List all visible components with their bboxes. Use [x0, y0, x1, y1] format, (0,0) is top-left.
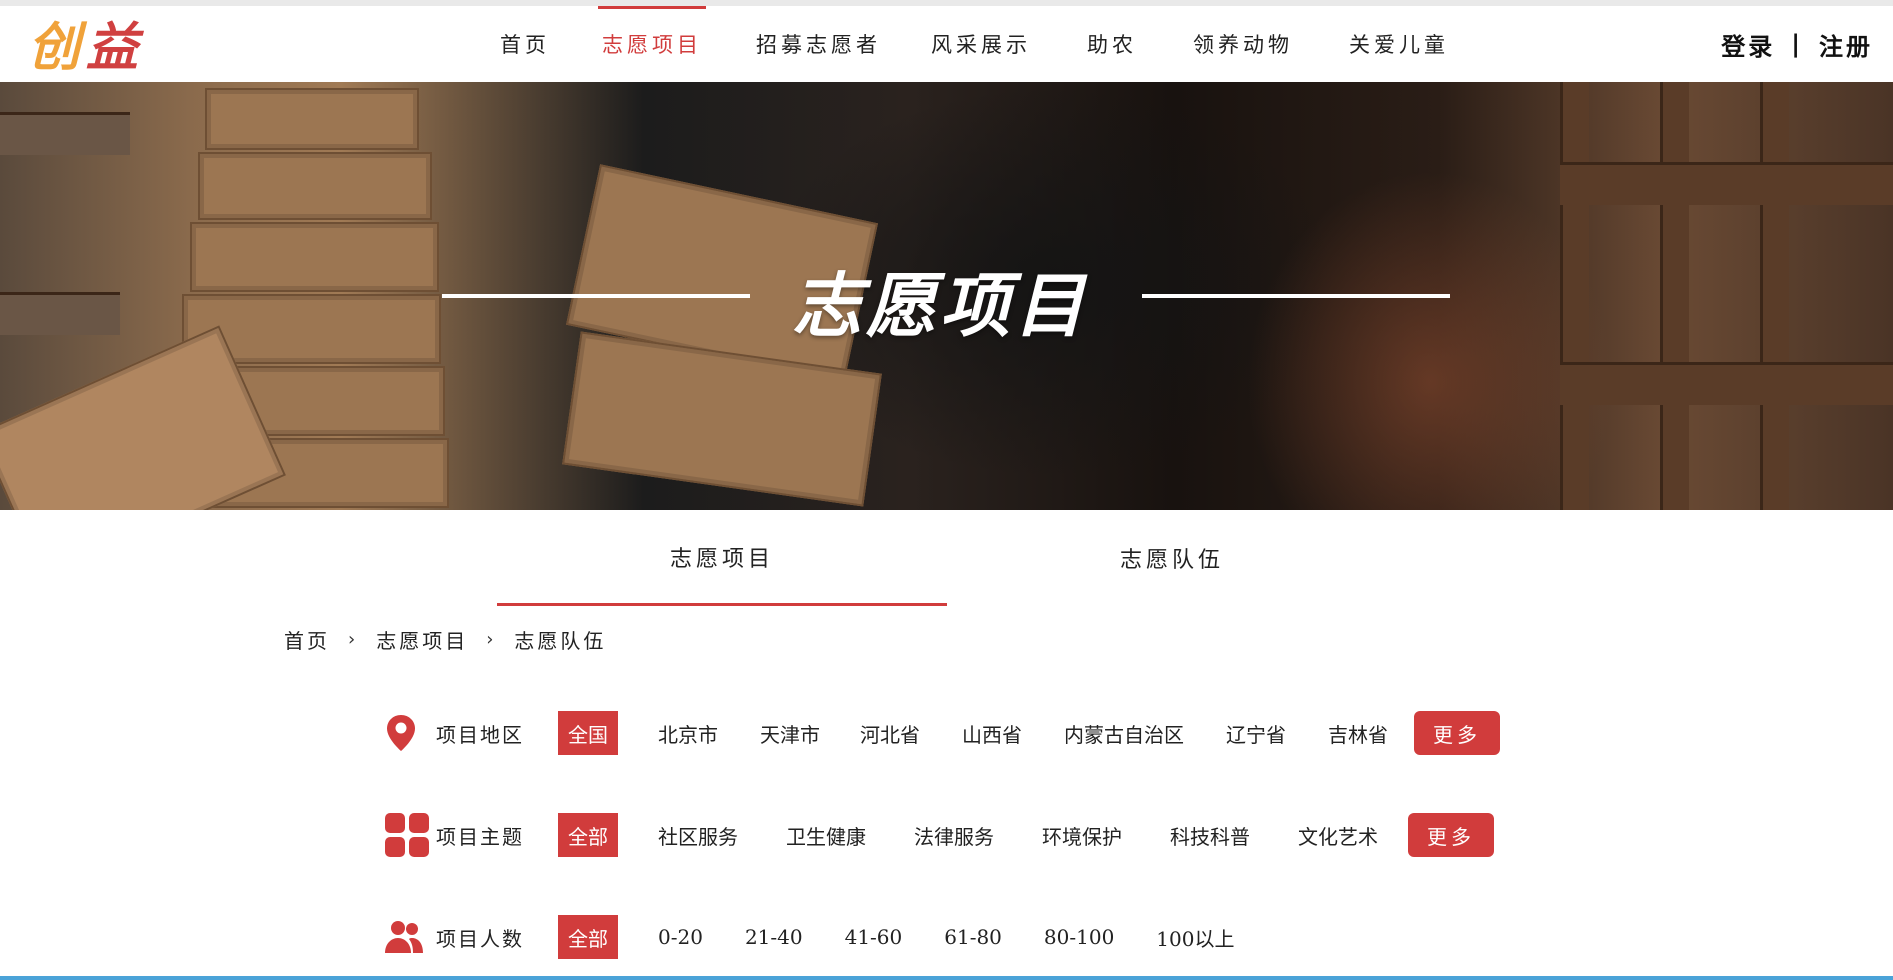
filter-option-selected[interactable]: 全部 — [558, 813, 618, 857]
hero-banner: 志愿项目 — [0, 82, 1893, 510]
filter-option[interactable]: 0-20 — [658, 915, 703, 959]
breadcrumb: 首页 › 志愿项目 › 志愿队伍 — [284, 624, 606, 654]
filter-option[interactable]: 北京市 — [658, 711, 718, 755]
banner-crate — [198, 152, 432, 220]
banner-fence-rail — [1560, 162, 1893, 205]
filter-option-selected[interactable]: 全部 — [558, 915, 618, 959]
logo-char-1: 创 — [28, 17, 87, 78]
nav-label: 助农 — [1087, 33, 1137, 57]
filter-option[interactable]: 80-100 — [1044, 915, 1114, 959]
nav-item-adopt-animals[interactable]: 领养动物 — [1193, 6, 1293, 82]
filter-label: 项目人数 — [436, 926, 524, 951]
banner-crate — [205, 88, 419, 150]
nav-label: 关爱儿童 — [1349, 33, 1449, 57]
chevron-right-icon: › — [348, 628, 359, 650]
nav-item-volunteer-projects[interactable]: 志愿项目 — [598, 6, 706, 82]
filter-option[interactable]: 山西省 — [962, 711, 1022, 755]
tab-label: 志愿项目 — [669, 546, 774, 572]
filter-option[interactable]: 社区服务 — [658, 813, 738, 857]
header: 创 益 首页 志愿项目 招募志愿者 风采展示 助农 领养动物 关爱儿童 登录 |… — [0, 6, 1893, 82]
filter-option[interactable]: 41-60 — [845, 915, 903, 959]
site-logo[interactable]: 创 益 — [28, 12, 144, 78]
filter-option[interactable]: 吉林省 — [1328, 711, 1388, 755]
banner-fence-slat — [1660, 82, 1689, 510]
filter-row-region: 项目地区 全国 北京市 天津市 河北省 山西省 内蒙古自治区 辽宁省 吉林省 更… — [384, 710, 1500, 756]
filter-option[interactable]: 科技科普 — [1170, 813, 1250, 857]
banner-crate — [190, 222, 439, 292]
logo-char-2: 益 — [86, 17, 145, 78]
breadcrumb-volunteer-teams: 志愿队伍 — [514, 628, 607, 653]
filter-option[interactable]: 辽宁省 — [1226, 711, 1286, 755]
filter-label: 项目地区 — [436, 722, 524, 747]
nav-item-farm-aid[interactable]: 助农 — [1087, 6, 1137, 82]
filter-label: 项目主题 — [436, 824, 524, 849]
auth-links: 登录 | 注册 — [1721, 6, 1873, 82]
people-icon — [384, 914, 436, 960]
filter-option[interactable]: 文化艺术 — [1298, 813, 1378, 857]
grid-icon — [384, 812, 436, 858]
nav-label: 首页 — [500, 33, 550, 57]
nav-label: 志愿项目 — [602, 33, 702, 57]
nav-label: 领养动物 — [1193, 33, 1293, 57]
nav-item-showcase[interactable]: 风采展示 — [931, 6, 1031, 82]
breadcrumb-home[interactable]: 首页 — [284, 625, 330, 654]
nav-label: 招募志愿者 — [756, 33, 881, 57]
filter-option[interactable]: 天津市 — [760, 711, 820, 755]
filter-row-theme: 项目主题 全部 社区服务 卫生健康 法律服务 环境保护 科技科普 文化艺术 更多 — [384, 812, 1494, 858]
banner-fence-rail — [1560, 362, 1893, 405]
filter-option[interactable]: 卫生健康 — [786, 813, 866, 857]
auth-separator: | — [1791, 30, 1803, 58]
filter-row-size: 项目人数 全部 0-20 21-40 41-60 61-80 80-100 10… — [384, 914, 1234, 960]
main-nav: 首页 志愿项目 招募志愿者 风采展示 助农 领养动物 关爱儿童 — [480, 6, 1449, 82]
filter-option[interactable]: 21-40 — [745, 915, 803, 959]
tab-volunteer-projects[interactable]: 志愿项目 — [497, 510, 947, 606]
banner-title-line-left — [442, 294, 750, 298]
filter-option[interactable]: 法律服务 — [914, 813, 994, 857]
banner-fence-rail — [0, 292, 120, 335]
filter-option[interactable]: 内蒙古自治区 — [1064, 711, 1184, 755]
nav-label: 风采展示 — [931, 33, 1031, 57]
bottom-border — [0, 976, 1893, 980]
filter-option-selected[interactable]: 全国 — [558, 711, 618, 755]
nav-item-recruit[interactable]: 招募志愿者 — [756, 6, 881, 82]
filter-option[interactable]: 河北省 — [860, 711, 920, 755]
location-pin-icon — [384, 710, 436, 756]
banner-fence-slat — [1560, 82, 1589, 510]
nav-item-care-children[interactable]: 关爱儿童 — [1349, 6, 1449, 82]
filter-option[interactable]: 61-80 — [944, 915, 1002, 959]
register-link[interactable]: 注册 — [1819, 27, 1873, 62]
banner-fence-slat — [1760, 82, 1789, 510]
filter-option[interactable]: 环境保护 — [1042, 813, 1122, 857]
tab-label: 志愿队伍 — [1119, 548, 1224, 573]
login-link[interactable]: 登录 — [1721, 27, 1775, 62]
banner-title-line-right — [1142, 294, 1450, 298]
theme-more-button[interactable]: 更多 — [1408, 813, 1494, 857]
region-more-button[interactable]: 更多 — [1414, 711, 1500, 755]
nav-item-home[interactable]: 首页 — [500, 6, 550, 82]
banner-fence-rail — [0, 112, 130, 155]
breadcrumb-volunteer-projects[interactable]: 志愿项目 — [376, 625, 468, 654]
tab-volunteer-teams[interactable]: 志愿队伍 — [947, 510, 1397, 606]
section-tabs: 志愿项目 志愿队伍 — [497, 510, 1397, 606]
chevron-right-icon: › — [486, 628, 497, 650]
filter-option[interactable]: 100以上 — [1156, 915, 1234, 959]
banner-title: 志愿项目 — [792, 265, 1088, 347]
